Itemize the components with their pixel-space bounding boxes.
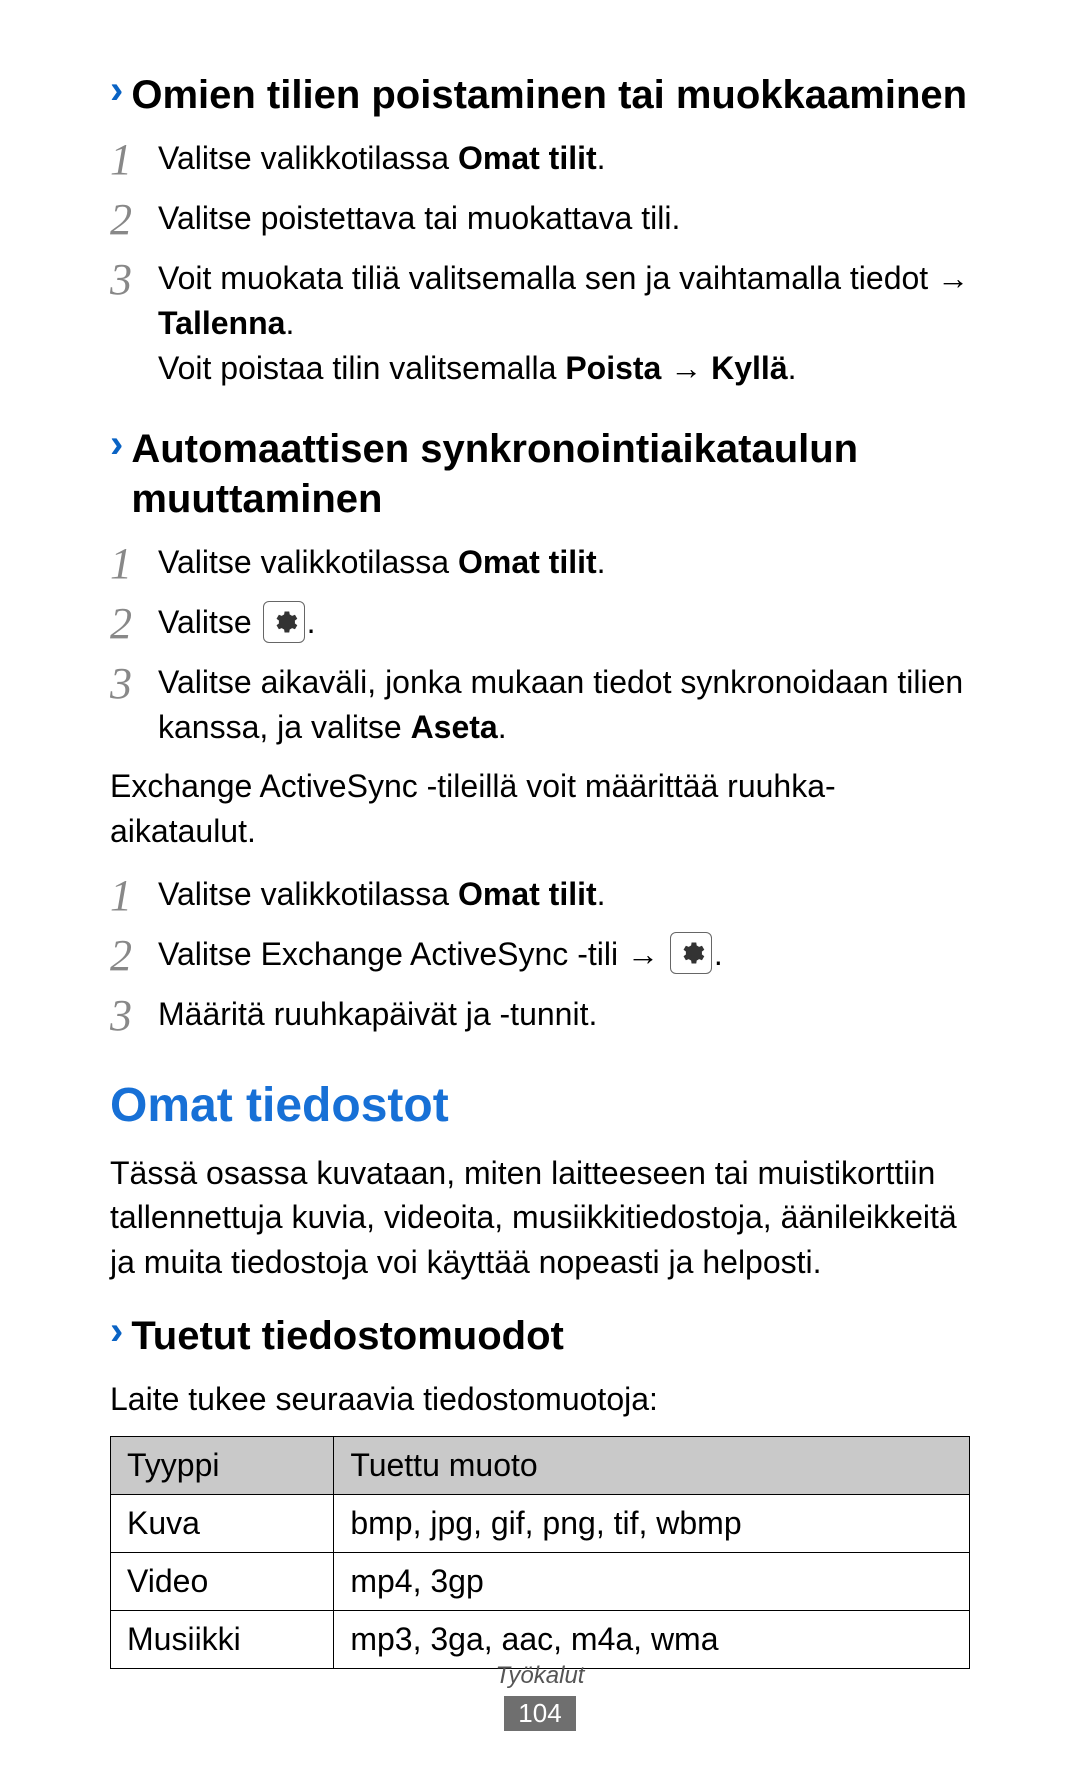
table-header-cell: Tyyppi bbox=[111, 1436, 334, 1494]
step-item: 3 Valitse aikaväli, jonka mukaan tiedot … bbox=[110, 660, 970, 750]
table-cell: mp4, 3gp bbox=[334, 1552, 970, 1610]
step-item: 1 Valitse valikkotilassa Omat tilit. bbox=[110, 540, 970, 586]
subheading-text: Tuetut tiedostomuodot bbox=[131, 1311, 970, 1361]
step-number: 1 bbox=[110, 136, 158, 182]
gear-icon bbox=[263, 601, 305, 643]
footer-category: Työkalut bbox=[0, 1662, 1080, 1690]
table-cell: Kuva bbox=[111, 1494, 334, 1552]
chevron-icon: › bbox=[110, 70, 123, 110]
section-intro: Tässä osassa kuvataan, miten laitteeseen… bbox=[110, 1151, 970, 1285]
subheading-remove-edit-accounts: › Omien tilien poistaminen tai muokkaami… bbox=[110, 70, 970, 120]
chevron-icon: › bbox=[110, 424, 123, 464]
table-cell: Video bbox=[111, 1552, 334, 1610]
step-text: Voit muokata tiliä valitsemalla sen ja v… bbox=[158, 256, 970, 390]
step-number: 1 bbox=[110, 872, 158, 918]
step-item: 3 Määritä ruuhkapäivät ja -tunnit. bbox=[110, 992, 970, 1038]
step-item: 3 Voit muokata tiliä valitsemalla sen ja… bbox=[110, 256, 970, 390]
step-number: 3 bbox=[110, 992, 158, 1038]
step-number: 2 bbox=[110, 600, 158, 646]
step-text: Määritä ruuhkapäivät ja -tunnit. bbox=[158, 992, 970, 1037]
table-row: Musiikki mp3, 3ga, aac, m4a, wma bbox=[111, 1610, 970, 1668]
section-heading-my-files: Omat tiedostot bbox=[110, 1078, 970, 1133]
gear-icon bbox=[670, 932, 712, 974]
formats-intro: Laite tukee seuraavia tiedostomuotoja: bbox=[110, 1377, 970, 1422]
step-item: 1 Valitse valikkotilassa Omat tilit. bbox=[110, 136, 970, 182]
table-row: Video mp4, 3gp bbox=[111, 1552, 970, 1610]
step-number: 2 bbox=[110, 932, 158, 978]
subheading-supported-formats: › Tuetut tiedostomuodot bbox=[110, 1311, 970, 1361]
step-number: 1 bbox=[110, 540, 158, 586]
step-item: 2 Valitse Exchange ActiveSync -tili → . bbox=[110, 932, 970, 978]
step-number: 2 bbox=[110, 196, 158, 242]
step-number: 3 bbox=[110, 256, 158, 302]
steps-list-2b: 1 Valitse valikkotilassa Omat tilit. 2 V… bbox=[110, 872, 970, 1038]
page-footer: Työkalut 104 bbox=[0, 1662, 1080, 1731]
step-number: 3 bbox=[110, 660, 158, 706]
subheading-auto-sync-schedule: › Automaattisen synkronointiaikataulun m… bbox=[110, 424, 970, 524]
step-text: Valitse aikaväli, jonka mukaan tiedot sy… bbox=[158, 660, 970, 750]
step-text: Valitse valikkotilassa Omat tilit. bbox=[158, 136, 970, 181]
table-cell: Musiikki bbox=[111, 1610, 334, 1668]
steps-list-2a: 1 Valitse valikkotilassa Omat tilit. 2 V… bbox=[110, 540, 970, 750]
table-cell: bmp, jpg, gif, png, tif, wbmp bbox=[334, 1494, 970, 1552]
step-text: Valitse valikkotilassa Omat tilit. bbox=[158, 540, 970, 585]
step-text: Valitse valikkotilassa Omat tilit. bbox=[158, 872, 970, 917]
table-header-row: Tyyppi Tuettu muoto bbox=[111, 1436, 970, 1494]
manual-page: › Omien tilien poistaminen tai muokkaami… bbox=[0, 0, 1080, 1771]
step-text: Valitse poistettava tai muokattava tili. bbox=[158, 196, 970, 241]
step-item: 1 Valitse valikkotilassa Omat tilit. bbox=[110, 872, 970, 918]
subheading-text: Automaattisen synkronointiaikataulun muu… bbox=[131, 424, 970, 524]
table-header-cell: Tuettu muoto bbox=[334, 1436, 970, 1494]
steps-list-1: 1 Valitse valikkotilassa Omat tilit. 2 V… bbox=[110, 136, 970, 390]
table-cell: mp3, 3ga, aac, m4a, wma bbox=[334, 1610, 970, 1668]
chevron-icon: › bbox=[110, 1311, 123, 1351]
step-item: 2 Valitse . bbox=[110, 600, 970, 646]
subheading-text: Omien tilien poistaminen tai muokkaamine… bbox=[131, 70, 970, 120]
step-item: 2 Valitse poistettava tai muokattava til… bbox=[110, 196, 970, 242]
step-text: Valitse Exchange ActiveSync -tili → . bbox=[158, 932, 970, 978]
formats-table: Tyyppi Tuettu muoto Kuva bmp, jpg, gif, … bbox=[110, 1436, 970, 1669]
table-row: Kuva bmp, jpg, gif, png, tif, wbmp bbox=[111, 1494, 970, 1552]
step-text: Valitse . bbox=[158, 600, 970, 646]
page-number: 104 bbox=[504, 1696, 575, 1731]
note-paragraph: Exchange ActiveSync -tileillä voit määri… bbox=[110, 764, 970, 854]
